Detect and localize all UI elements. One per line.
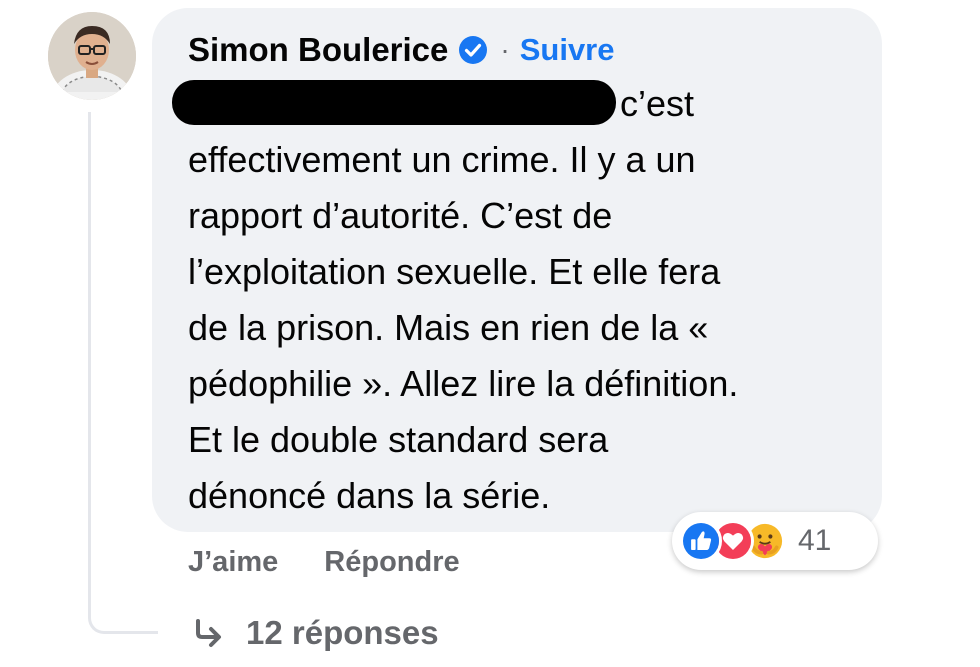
verified-badge-icon — [459, 36, 488, 64]
comment-header: Simon Boulerice · Suivre — [188, 28, 615, 72]
separator-dot: · — [500, 34, 510, 65]
follow-button[interactable]: Suivre — [520, 32, 615, 68]
comment-text-line: rapport d’autorité. C’est de — [188, 195, 613, 236]
view-replies-link[interactable]: 12 réponses — [190, 608, 439, 658]
comment-text-line: de la prison. Mais en rien de la « — [188, 307, 709, 348]
avatar[interactable] — [48, 12, 136, 100]
replies-count-label: 12 réponses — [246, 614, 439, 651]
comment-text-line: Et le double standard sera — [188, 419, 609, 460]
comment-text-line: effectivement un crime. Il y a un — [188, 139, 696, 180]
comment-actions: J’aime Répondre — [188, 540, 460, 584]
reactions-summary[interactable]: 41 — [672, 512, 878, 570]
comment-body: c’est effectivement un crime. Il y a un … — [188, 76, 868, 524]
like-button[interactable]: J’aime — [188, 546, 278, 579]
author-name[interactable]: Simon Boulerice — [188, 31, 448, 69]
reply-button[interactable]: Répondre — [324, 546, 459, 579]
reply-arrow-icon — [196, 619, 221, 647]
avatar-image — [48, 12, 136, 100]
comment-text-line: c’est — [620, 83, 695, 124]
reply-thread-line — [88, 112, 158, 634]
comment-text-line: l’exploitation sexuelle. Et elle fera — [188, 251, 721, 292]
like-icon — [680, 520, 722, 562]
reaction-count: 41 — [798, 524, 832, 557]
comment-text-line: pédophilie ». Allez lire la définition. — [188, 363, 739, 404]
